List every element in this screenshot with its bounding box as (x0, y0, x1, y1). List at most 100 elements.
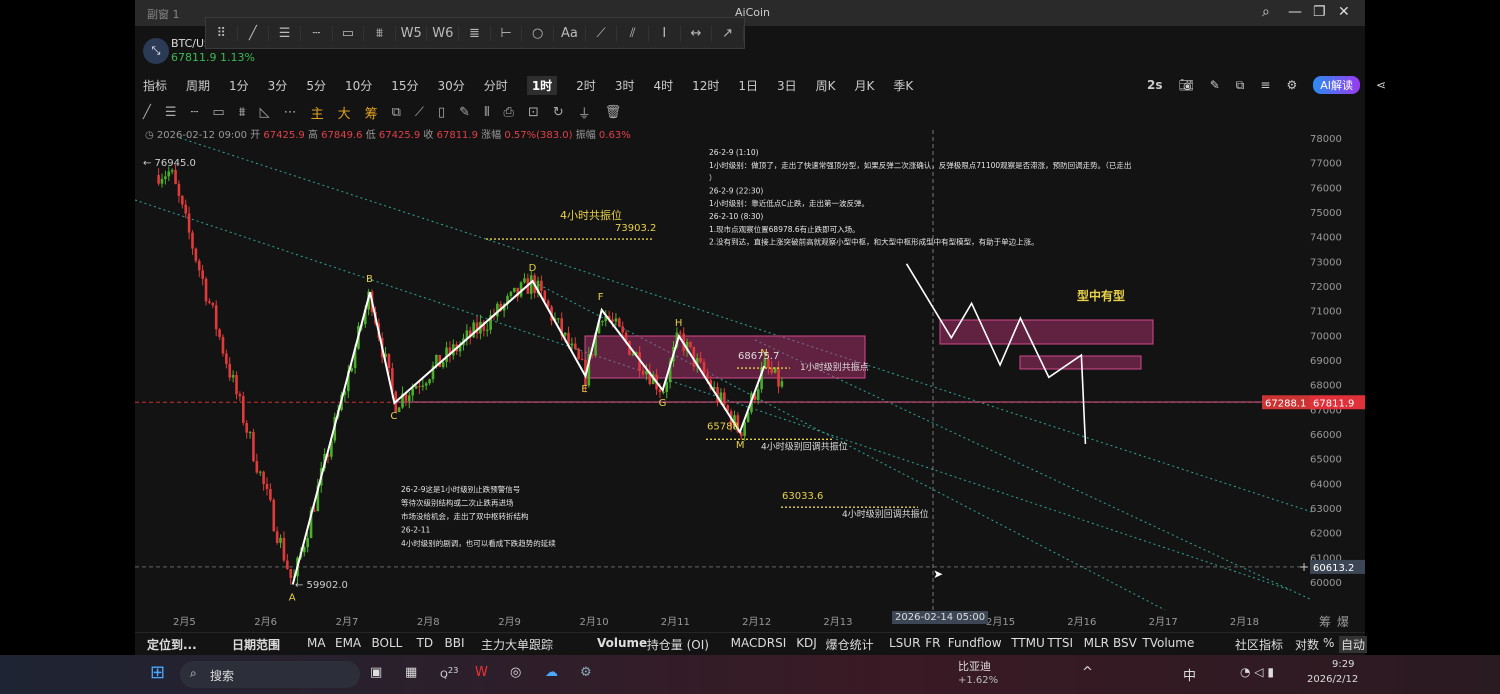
action-1-icon[interactable]: ⟋ (415, 105, 424, 120)
drawing-tool-3-icon[interactable]: ┄ (301, 25, 333, 41)
drawing-tool-14-icon[interactable]: I (649, 25, 681, 41)
channel-line[interactable] (754, 339, 1313, 601)
wifi-volume-icon[interactable]: ◔ ◁ ▮ (1240, 665, 1274, 679)
tool-4-icon[interactable]: ⩩ (239, 105, 246, 120)
sub-indicator-9[interactable]: TTMU (1011, 636, 1045, 650)
drawing-tool-5-icon[interactable]: ⩩ (364, 25, 396, 41)
sub-indicator-10[interactable]: TTSI (1047, 636, 1073, 650)
ai-button[interactable]: AI解读 (1313, 76, 1360, 94)
main-indicator-TD[interactable]: TD (417, 636, 434, 650)
xaxis-right-icon[interactable]: 筹 (1319, 613, 1331, 630)
window-tab[interactable]: 副窗 1 (147, 6, 180, 22)
drawing-tool-11-icon[interactable]: Aa (554, 25, 586, 41)
drawing-tool-9-icon[interactable]: ⊢ (491, 25, 523, 41)
sub-indicator-8[interactable]: Fundflow (948, 636, 1002, 650)
log-toggle[interactable]: 对数 (1295, 636, 1319, 653)
app-icon-aicoin[interactable]: Q23 (440, 665, 458, 680)
action-9-icon[interactable]: 🗑︎ (605, 105, 622, 120)
tool-3-icon[interactable]: ▭ (212, 105, 224, 120)
sub-indicator-12[interactable]: BSV (1113, 636, 1137, 650)
sub-indicator-7[interactable]: FR (925, 636, 940, 650)
tool-6-icon[interactable]: ⋯ (284, 105, 297, 120)
drawing-tool-16-icon[interactable]: ↗ (712, 25, 744, 41)
windows-start-icon[interactable]: ⊞ (150, 662, 165, 683)
period-3[interactable]: 3分 (268, 77, 288, 94)
drawing-tool-2-icon[interactable]: ☰ (269, 25, 301, 41)
clock-date[interactable]: 2026/2/12 (1307, 674, 1358, 685)
app-icon-files[interactable]: ▣ (370, 665, 382, 680)
period-1[interactable]: 周期 (186, 77, 210, 94)
overlay-0[interactable]: 主 (311, 103, 324, 122)
app-icon-cloud[interactable]: ☁ (545, 665, 558, 680)
sub-indicator-6[interactable]: LSUR (889, 636, 920, 650)
app-icon-browser[interactable]: ◎ (510, 665, 521, 680)
period-7[interactable]: 30分 (438, 77, 465, 94)
date-range-dropdown[interactable]: 日期范围 (232, 636, 280, 653)
action-3-icon[interactable]: ✎ (459, 105, 470, 120)
add-alert-icon[interactable]: + (1299, 560, 1309, 574)
period-4[interactable]: 5分 (306, 77, 326, 94)
pivot-zone[interactable] (939, 319, 1154, 345)
main-indicator-主力大单跟踪[interactable]: 主力大单跟踪 (481, 636, 553, 653)
period-13[interactable]: 12时 (692, 77, 719, 94)
tool-2-icon[interactable]: ┄ (190, 105, 198, 120)
tool-0-icon[interactable]: ╱ (143, 105, 151, 120)
auto-toggle[interactable]: 自动 (1339, 636, 1368, 653)
share-icon[interactable]: ⋖ (1376, 78, 1386, 92)
main-indicator-MA[interactable]: MA (307, 636, 326, 650)
drawing-tool-10-icon[interactable]: ○ (522, 25, 555, 41)
period-2[interactable]: 1分 (229, 77, 249, 94)
tray-expand-icon[interactable]: ^ (1082, 665, 1093, 680)
list-icon[interactable]: ≡ (1260, 78, 1270, 92)
sub-indicator-5[interactable]: 爆仓统计 (826, 636, 874, 653)
drawing-tool-0-icon[interactable]: ⠿ (206, 25, 238, 41)
period-17[interactable]: 月K (855, 77, 875, 94)
settings-icon[interactable]: ⚙ (1286, 78, 1297, 92)
drawing-tool-4-icon[interactable]: ▭ (333, 25, 365, 41)
sub-indicator-11[interactable]: MLR (1084, 636, 1109, 650)
collapse-icon[interactable]: ⤡ (143, 38, 169, 64)
close-icon[interactable]: ✕ (1338, 4, 1350, 20)
locate-button[interactable]: 定位到... (147, 636, 197, 653)
taskbar-search[interactable]: ⌕ 搜索 (180, 661, 360, 688)
period-9[interactable]: 1时 (526, 75, 558, 95)
sub-indicator-3[interactable]: RSI (767, 636, 787, 650)
tool-1-icon[interactable]: ☰ (165, 105, 177, 120)
period-12[interactable]: 4时 (653, 77, 673, 94)
drawing-tool-13-icon[interactable]: ⫽ (617, 25, 649, 41)
channel-line[interactable] (135, 199, 1291, 591)
period-15[interactable]: 3日 (777, 77, 797, 94)
drawing-tool-15-icon[interactable]: ↔ (681, 25, 713, 41)
action-5-icon[interactable]: ⎙ (504, 105, 514, 120)
pivot-zone[interactable] (1019, 355, 1142, 370)
action-2-icon[interactable]: ▯ (438, 105, 445, 120)
restore-icon[interactable]: ❐ (1313, 4, 1326, 20)
drawing-tool-12-icon[interactable]: ⟋ (586, 25, 618, 41)
minimize-icon[interactable]: — (1288, 4, 1302, 20)
community-indicators[interactable]: 社区指标 (1235, 636, 1283, 653)
projection-line[interactable] (905, 263, 1087, 444)
window-icon[interactable]: ⧉ (1236, 78, 1245, 93)
stock-widget-name[interactable]: 比亚迪 (958, 658, 991, 674)
period-11[interactable]: 3时 (615, 77, 635, 94)
search-icon[interactable]: ⌕ (1262, 4, 1270, 20)
clock-time[interactable]: 9:29 (1332, 659, 1354, 670)
drawing-tool-7-icon[interactable]: W6 (427, 25, 460, 41)
period-5[interactable]: 10分 (345, 77, 372, 94)
ime-indicator[interactable]: 中 (1183, 665, 1196, 684)
tool-5-icon[interactable]: ◺ (260, 105, 270, 120)
main-indicator-EMA[interactable]: EMA (335, 636, 361, 650)
period-8[interactable]: 分时 (484, 77, 508, 94)
sub-indicator-2[interactable]: MACD (731, 636, 767, 650)
action-8-icon[interactable]: ⏚ (578, 103, 591, 122)
app-icon-calculator[interactable]: ▦ (405, 665, 417, 680)
drawing-tool-1-icon[interactable]: ╱ (238, 25, 270, 41)
sub-indicator-0[interactable]: Volume (597, 636, 647, 650)
overlay-1[interactable]: 大 (338, 103, 351, 122)
action-6-icon[interactable]: ⊡ (528, 105, 539, 120)
app-icon-wps[interactable]: W (475, 665, 488, 680)
app-icon-settings[interactable]: ⚙ (580, 665, 592, 680)
refresh-interval[interactable]: 2s (1147, 78, 1163, 92)
price-chart[interactable]: 6000061000620006300064000650006600067000… (135, 130, 1365, 610)
action-4-icon[interactable]: ⫴ (484, 105, 489, 120)
